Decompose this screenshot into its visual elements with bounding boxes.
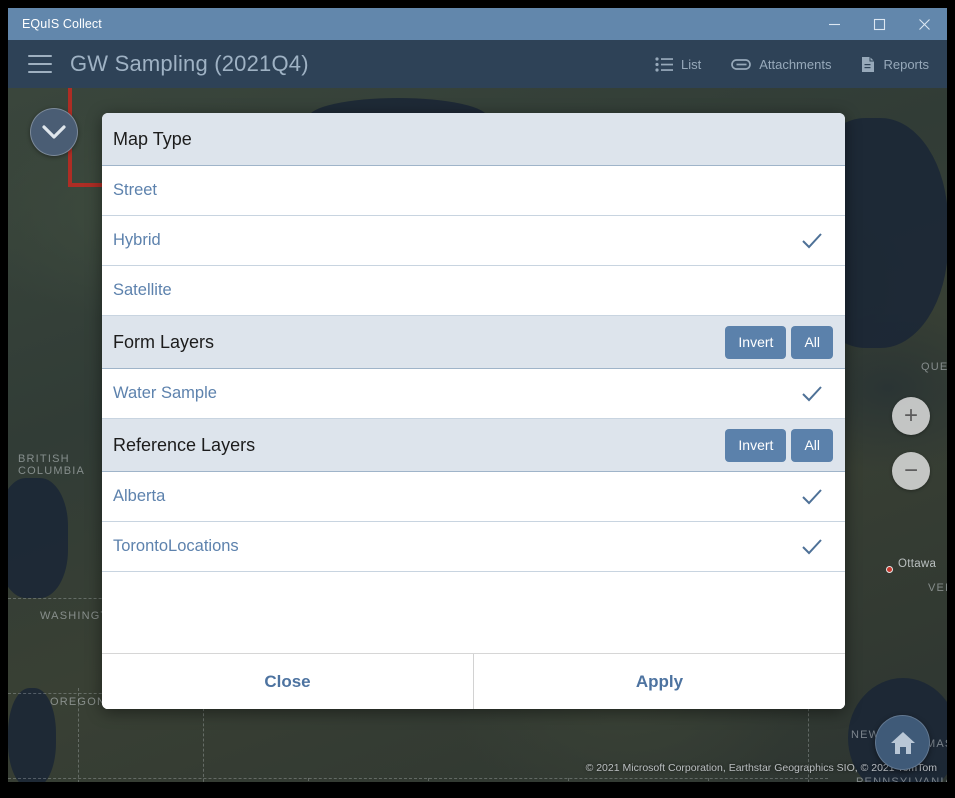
map-layers-dialog: Map Type Street Hybrid Satellite Form La… bbox=[102, 113, 845, 709]
collapse-panel-button[interactable] bbox=[30, 108, 78, 156]
dialog-footer: Close Apply bbox=[102, 654, 845, 709]
paperclip-icon bbox=[731, 57, 751, 72]
plus-icon: + bbox=[904, 404, 918, 428]
map-border-line bbox=[428, 778, 429, 782]
list-item-label: Satellite bbox=[113, 281, 172, 300]
zoom-in-button[interactable]: + bbox=[892, 397, 930, 435]
home-button[interactable] bbox=[875, 715, 930, 770]
list-item-street[interactable]: Street bbox=[102, 166, 845, 216]
list-item-torontolocations[interactable]: TorontoLocations bbox=[102, 522, 845, 572]
section-header-reference-layers: Reference Layers Invert All bbox=[102, 419, 845, 472]
map-border-line bbox=[568, 778, 569, 782]
title-bar: EQuIS Collect bbox=[8, 8, 947, 40]
section-header-form-layers: Form Layers Invert All bbox=[102, 316, 845, 369]
app-header-actions: List Attachments Reports bbox=[625, 56, 929, 73]
list-icon bbox=[655, 57, 673, 72]
check-icon bbox=[801, 538, 823, 556]
map-border-line bbox=[308, 778, 309, 782]
document-icon bbox=[861, 56, 875, 73]
form-layers-invert-button[interactable]: Invert bbox=[725, 326, 786, 359]
close-dialog-button[interactable]: Close bbox=[102, 654, 473, 709]
chevron-down-icon bbox=[42, 125, 66, 140]
section-title: Reference Layers bbox=[113, 435, 255, 456]
reports-action-label: Reports bbox=[883, 57, 929, 72]
reference-layers-all-button[interactable]: All bbox=[791, 429, 833, 462]
list-item-alberta[interactable]: Alberta bbox=[102, 472, 845, 522]
maximize-button[interactable] bbox=[857, 8, 902, 40]
map-water-body bbox=[8, 688, 56, 782]
close-icon bbox=[918, 18, 931, 31]
section-header-map-type: Map Type bbox=[102, 113, 845, 166]
list-item-satellite[interactable]: Satellite bbox=[102, 266, 845, 316]
map-border-line bbox=[8, 778, 828, 779]
section-buttons: Invert All bbox=[725, 429, 833, 462]
list-item-label: Water Sample bbox=[113, 384, 217, 403]
section-title: Map Type bbox=[113, 129, 192, 150]
minimize-icon bbox=[828, 18, 841, 31]
list-item-water-sample[interactable]: Water Sample bbox=[102, 369, 845, 419]
check-icon bbox=[801, 488, 823, 506]
city-label: Ottawa bbox=[898, 558, 936, 570]
map-label: QUE bbox=[921, 361, 947, 373]
apply-button[interactable]: Apply bbox=[474, 654, 845, 709]
app-window: EQuIS Collect GW Sa bbox=[0, 0, 955, 798]
city-marker-dot bbox=[886, 566, 893, 573]
reports-action[interactable]: Reports bbox=[861, 56, 929, 73]
section-buttons: Invert All bbox=[725, 326, 833, 359]
list-item-label: Hybrid bbox=[113, 231, 161, 250]
attachments-action-label: Attachments bbox=[759, 57, 831, 72]
reference-layers-invert-button[interactable]: Invert bbox=[725, 429, 786, 462]
window-controls bbox=[812, 8, 947, 40]
form-layers-all-button[interactable]: All bbox=[791, 326, 833, 359]
check-icon bbox=[801, 232, 823, 250]
list-item-label: Alberta bbox=[113, 487, 165, 506]
list-item-label: Street bbox=[113, 181, 157, 200]
map-water-body bbox=[8, 478, 68, 598]
list-item-label: TorontoLocations bbox=[113, 537, 239, 556]
window-title: EQuIS Collect bbox=[22, 17, 102, 31]
map-border-line bbox=[708, 778, 709, 782]
list-action[interactable]: List bbox=[655, 57, 701, 72]
hamburger-menu-icon[interactable] bbox=[28, 55, 52, 73]
dialog-empty-space bbox=[102, 572, 845, 654]
maximize-icon bbox=[873, 18, 886, 31]
map-label: VER bbox=[928, 582, 947, 594]
app-header: GW Sampling (2021Q4) List Attach bbox=[8, 40, 947, 88]
page-title: GW Sampling (2021Q4) bbox=[70, 51, 309, 77]
check-icon bbox=[801, 385, 823, 403]
close-button[interactable] bbox=[902, 8, 947, 40]
minimize-button[interactable] bbox=[812, 8, 857, 40]
map-border-line bbox=[78, 688, 79, 782]
attachments-action[interactable]: Attachments bbox=[731, 57, 831, 72]
section-title: Form Layers bbox=[113, 332, 214, 353]
minus-icon: − bbox=[904, 459, 918, 483]
list-action-label: List bbox=[681, 57, 701, 72]
zoom-out-button[interactable]: − bbox=[892, 452, 930, 490]
home-icon bbox=[889, 730, 917, 756]
list-item-hybrid[interactable]: Hybrid bbox=[102, 216, 845, 266]
map-label: BRITISH COLUMBIA bbox=[18, 453, 85, 477]
